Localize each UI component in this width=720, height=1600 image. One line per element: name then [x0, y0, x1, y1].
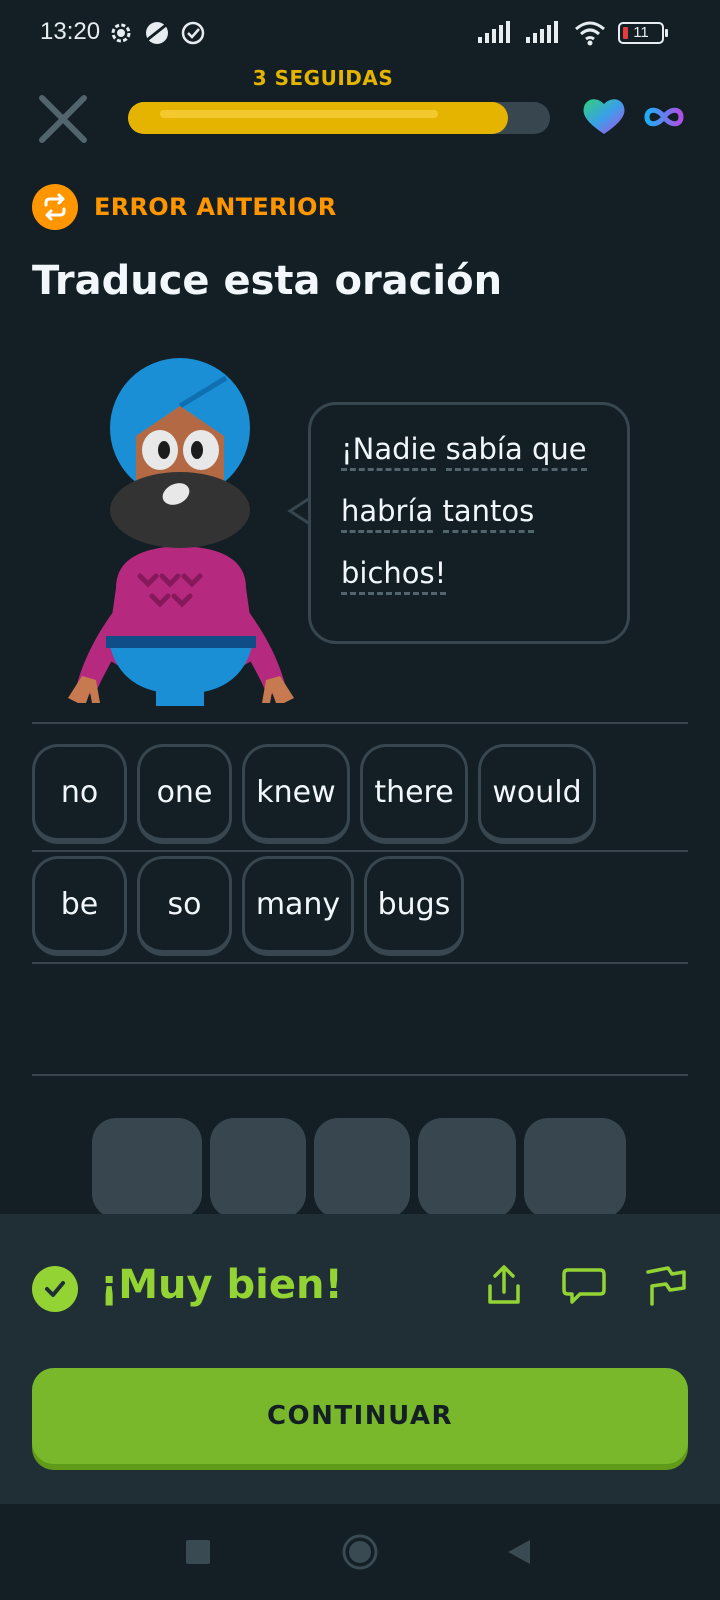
- answer-chip[interactable]: there: [360, 744, 468, 844]
- check-circle-icon: [32, 1266, 78, 1312]
- sentence-line: ¡Nadie sabía que: [341, 425, 611, 487]
- continue-button[interactable]: CONTINUAR: [32, 1368, 688, 1464]
- status-icons-right: 11: [478, 20, 668, 46]
- prior-error-banner: ERROR ANTERIOR: [32, 184, 337, 230]
- answer-line: [32, 962, 688, 964]
- word-bank-slot: [524, 1118, 626, 1218]
- chip-label: would: [492, 775, 582, 810]
- signal-icon: [478, 21, 510, 43]
- recents-square-icon[interactable]: [178, 1532, 218, 1572]
- answer-line: [32, 1074, 688, 1076]
- progress-fill: [128, 102, 508, 134]
- chip-label: many: [255, 887, 341, 922]
- answer-chip[interactable]: many: [242, 856, 354, 956]
- hint-word[interactable]: tantos: [442, 494, 535, 533]
- status-time: 13:20: [40, 18, 101, 45]
- chip-label: one: [156, 775, 213, 810]
- chip-label: no: [60, 775, 99, 810]
- sentence-line: bichos!: [341, 549, 611, 611]
- feedback-panel: ¡Muy bien! CONTINUAR: [0, 1214, 720, 1504]
- signal-icon: [526, 21, 558, 43]
- answer-chip[interactable]: no: [32, 744, 127, 844]
- speech-bubble: ¡Nadie sabía que habría tantos bichos!: [308, 402, 630, 644]
- heart-icon[interactable]: [582, 96, 626, 136]
- progress-shine: [160, 110, 438, 118]
- prior-error-label: ERROR ANTERIOR: [94, 193, 337, 221]
- repeat-icon: [32, 184, 78, 230]
- answer-line: [32, 850, 688, 852]
- comment-icon[interactable]: [560, 1262, 608, 1310]
- chip-label: knew: [256, 775, 336, 810]
- exercise-title: Traduce esta oración: [32, 258, 503, 304]
- close-icon[interactable]: [36, 92, 90, 146]
- chip-label: be: [60, 887, 99, 922]
- back-triangle-icon[interactable]: [500, 1532, 540, 1572]
- answer-chip[interactable]: would: [478, 744, 596, 844]
- home-circle-icon[interactable]: [340, 1532, 380, 1572]
- hint-word[interactable]: que: [531, 432, 587, 471]
- word-bank-slot: [418, 1118, 516, 1218]
- answer-chip[interactable]: knew: [242, 744, 350, 844]
- chip-label: there: [374, 775, 454, 810]
- streak-label: 3 SEGUIDAS: [252, 66, 394, 90]
- settings-gear-icon: [111, 23, 131, 43]
- answer-chip[interactable]: bugs: [364, 856, 464, 956]
- battery-icon: 11: [618, 22, 668, 44]
- word-bank-slot: [314, 1118, 410, 1218]
- chip-label: bugs: [377, 887, 451, 922]
- lesson-progress-bar: [128, 102, 550, 134]
- status-icons-left: [108, 20, 206, 46]
- hint-word[interactable]: habría: [341, 494, 434, 533]
- infinity-icon: [644, 107, 684, 127]
- check-circle-icon: [181, 21, 205, 45]
- hint-word[interactable]: sabía: [445, 432, 523, 471]
- answer-chip[interactable]: so: [137, 856, 232, 956]
- battery-level: 11: [633, 24, 649, 41]
- word-bank-slot: [92, 1118, 202, 1218]
- answer-chip[interactable]: be: [32, 856, 127, 956]
- word-bank-slot: [210, 1118, 306, 1218]
- wifi-icon: [575, 21, 605, 46]
- chip-label: so: [167, 887, 202, 922]
- sentence-line: habría tantos: [341, 487, 611, 549]
- hint-word[interactable]: ¡Nadie: [341, 432, 437, 471]
- planet-icon: [146, 22, 168, 44]
- character-illustration: [68, 358, 294, 706]
- answer-chip[interactable]: one: [137, 744, 232, 844]
- share-icon[interactable]: [480, 1262, 528, 1310]
- answer-line: [32, 722, 688, 724]
- feedback-title: ¡Muy bien!: [100, 1262, 343, 1308]
- report-flag-icon[interactable]: [640, 1262, 688, 1310]
- sentence-to-translate: ¡Nadie sabía que habría tantos bichos!: [341, 425, 611, 611]
- system-nav-bar: [0, 1504, 720, 1600]
- status-bar: 13:20 11: [0, 0, 720, 68]
- hint-word[interactable]: bichos!: [341, 556, 447, 595]
